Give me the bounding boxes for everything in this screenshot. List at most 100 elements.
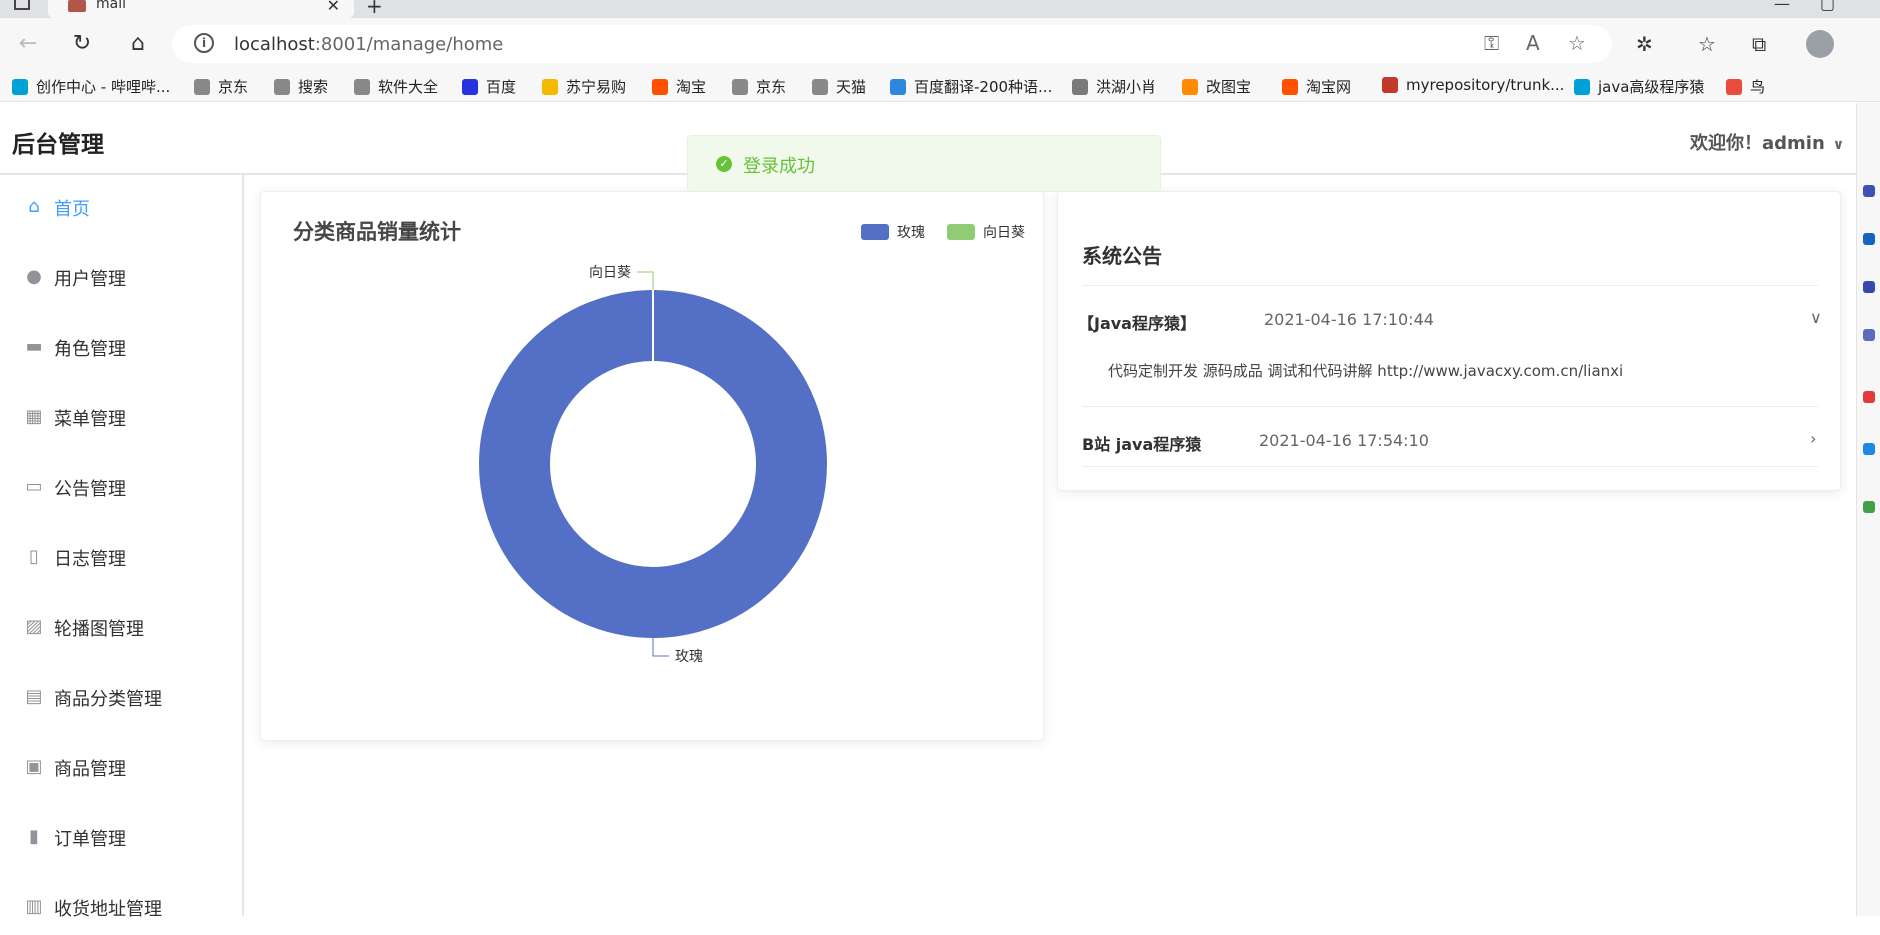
bookmark-label: 京东	[218, 78, 249, 96]
sidebar-item-label: 用户管理	[54, 269, 126, 290]
favorites-icon[interactable]: ☆	[1698, 32, 1716, 56]
edge-tool-icon[interactable]	[1863, 501, 1875, 513]
divider	[1082, 285, 1818, 286]
back-arrow-icon[interactable]: ←	[14, 30, 42, 58]
collections-icon[interactable]: ⧉	[1752, 32, 1766, 56]
notice-title: 系统公告	[1082, 244, 1162, 268]
restore-icon[interactable]: ▢	[1820, 0, 1835, 13]
bookmark-item[interactable]: 淘宝	[652, 76, 706, 97]
bookmark-label: 创作中心 - 哔哩哔...	[36, 78, 171, 96]
bookmark-item[interactable]: java高级程序猿	[1574, 76, 1704, 97]
bookmark-favicon-icon	[732, 79, 748, 95]
bookmark-item[interactable]: 天猫	[812, 76, 866, 97]
bookmark-item[interactable]: 改图宝	[1182, 76, 1251, 97]
tab-close-icon[interactable]: ✕	[327, 0, 340, 15]
sidebar-item[interactable]: ▥ 收货地址管理	[0, 879, 242, 935]
bookmark-favicon-icon	[1726, 79, 1742, 95]
notice-item-time: 2021-04-16 17:10:44	[1264, 310, 1434, 329]
sidebar-item[interactable]: ▨ 轮播图管理	[0, 599, 242, 655]
user-menu[interactable]: 欢迎你！admin ∨	[1690, 129, 1844, 155]
slice-label-1: 向日葵	[589, 265, 631, 281]
site-info-icon[interactable]: i	[194, 33, 214, 53]
presentation-icon: ▭	[25, 476, 43, 497]
edge-tool-icon[interactable]	[1863, 391, 1875, 403]
browser-toolbar: ← ↻ ⌂ i localhost:8001/manage/home ⚿ A ☆…	[0, 18, 1880, 72]
notice-item-title[interactable]: B站 java程序猿	[1082, 431, 1201, 455]
bookmark-label: 软件大全	[378, 78, 439, 96]
bookmark-item[interactable]: 软件大全	[354, 76, 438, 97]
refresh-icon[interactable]: ↻	[68, 30, 96, 58]
pie-slice-0[interactable]	[479, 290, 827, 638]
bookmark-item[interactable]: 百度	[462, 76, 516, 97]
edge-tool-icon[interactable]	[1863, 281, 1875, 293]
read-aloud-icon[interactable]: A	[1526, 31, 1540, 55]
favorite-add-icon[interactable]: ☆	[1568, 31, 1586, 55]
shopping-bag-icon: ▣	[25, 756, 43, 777]
bookmark-favicon-icon	[812, 79, 828, 95]
tab-actions-icon[interactable]	[14, 0, 30, 10]
bookmark-label: 淘宝	[676, 78, 707, 96]
donut-chart: 向日葵玫瑰	[479, 265, 827, 665]
chevron-right-icon[interactable]: ›	[1810, 429, 1816, 448]
bookmarks-bar: 创作中心 - 哔哩哔... 京东 搜索 软件大全 百度 苏宁易购 淘宝 京东 天猫 百度翻译-20…	[0, 72, 1880, 102]
bookmark-item[interactable]: 京东	[194, 76, 248, 97]
bookmark-favicon-icon	[652, 79, 668, 95]
chevron-down-icon[interactable]: ∨	[1810, 308, 1822, 327]
bookmark-item[interactable]: 搜索	[274, 76, 328, 97]
bookmark-label: 百度	[486, 78, 517, 96]
bookmark-label: 搜索	[298, 78, 329, 96]
edge-tool-icon[interactable]	[1863, 233, 1875, 245]
browser-tab-bar: mall ✕ + — ▢	[0, 0, 1880, 18]
label-leader-line-1	[637, 271, 654, 290]
sidebar-item[interactable]: ● 用户管理	[0, 249, 242, 305]
divider	[1082, 406, 1818, 407]
sidebar-item-label: 商品分类管理	[54, 689, 162, 710]
sidebar-item[interactable]: ▬ 角色管理	[0, 319, 242, 375]
address-bar[interactable]: i localhost:8001/manage/home ⚿ A ☆	[172, 25, 1612, 63]
sidebar-item[interactable]: ⌂ 首页	[0, 179, 242, 235]
edge-sidebar	[1856, 103, 1880, 916]
bookmark-item[interactable]: myrepository/trunk...	[1382, 76, 1564, 94]
bookmark-favicon-icon	[1382, 77, 1398, 93]
sidebar-item[interactable]: ▯ 日志管理	[0, 529, 242, 585]
bookmark-item[interactable]: 苏宁易购	[542, 76, 626, 97]
notice-item-title[interactable]: 【Java程序猿】	[1078, 310, 1196, 334]
sidebar-item-label: 收货地址管理	[54, 899, 162, 920]
browser-tab[interactable]: mall ✕	[48, 0, 354, 18]
new-tab-icon[interactable]: +	[366, 0, 383, 18]
bookmark-item[interactable]: 洪湖小肖	[1072, 76, 1156, 97]
bookmark-item[interactable]: 百度翻译-200种语...	[890, 76, 1052, 97]
key-icon[interactable]: ⚿	[1484, 31, 1499, 55]
bookmark-item[interactable]: 淘宝网	[1282, 76, 1351, 97]
bookmark-label: 改图宝	[1206, 78, 1252, 96]
sidebar-item-label: 首页	[54, 199, 90, 220]
edge-tool-icon[interactable]	[1863, 443, 1875, 455]
slice-label-0: 玫瑰	[675, 649, 703, 665]
location-icon: ▥	[25, 896, 43, 917]
bookmark-item[interactable]: 创作中心 - 哔哩哔...	[12, 76, 170, 97]
sidebar-item[interactable]: ▭ 公告管理	[0, 459, 242, 515]
profile-avatar[interactable]	[1806, 30, 1834, 58]
url-text[interactable]: localhost:8001/manage/home	[234, 34, 503, 55]
sidebar-item[interactable]: ▤ 商品分类管理	[0, 669, 242, 725]
sidebar-menu: ⌂ 首页 ● 用户管理 ▬ 角色管理 ▦ 菜单管理 ▭ 公告管理 ▯ 日志管理 ▨ 轮播图管理 ▤ 商品分类管…	[0, 175, 244, 920]
sidebar-item-label: 角色管理	[54, 339, 126, 360]
bookmark-favicon-icon	[194, 79, 210, 95]
extensions-icon[interactable]: ✲	[1636, 32, 1653, 56]
notice-item-body: 代码定制开发 源码成品 调试和代码讲解 http://www.javacxy.c…	[1108, 362, 1624, 380]
sidebar-item[interactable]: ▦ 菜单管理	[0, 389, 242, 445]
bookmark-label: 百度翻译-200种语...	[914, 78, 1053, 96]
sidebar-item[interactable]: ▮ 订单管理	[0, 809, 242, 865]
home-icon[interactable]: ⌂	[124, 30, 152, 58]
bookmark-favicon-icon	[1282, 79, 1298, 95]
bookmark-item[interactable]: 鸟	[1726, 76, 1765, 97]
edge-tool-icon[interactable]	[1863, 185, 1875, 197]
divider	[1082, 466, 1818, 467]
minimize-icon[interactable]: —	[1774, 0, 1790, 13]
edge-tool-icon[interactable]	[1863, 329, 1875, 341]
bookmark-label: 洪湖小肖	[1096, 78, 1157, 96]
bookmark-item[interactable]: 京东	[732, 76, 786, 97]
sidebar-item-label: 公告管理	[54, 479, 126, 500]
notice-item-time: 2021-04-16 17:54:10	[1259, 431, 1429, 450]
sidebar-item[interactable]: ▣ 商品管理	[0, 739, 242, 795]
